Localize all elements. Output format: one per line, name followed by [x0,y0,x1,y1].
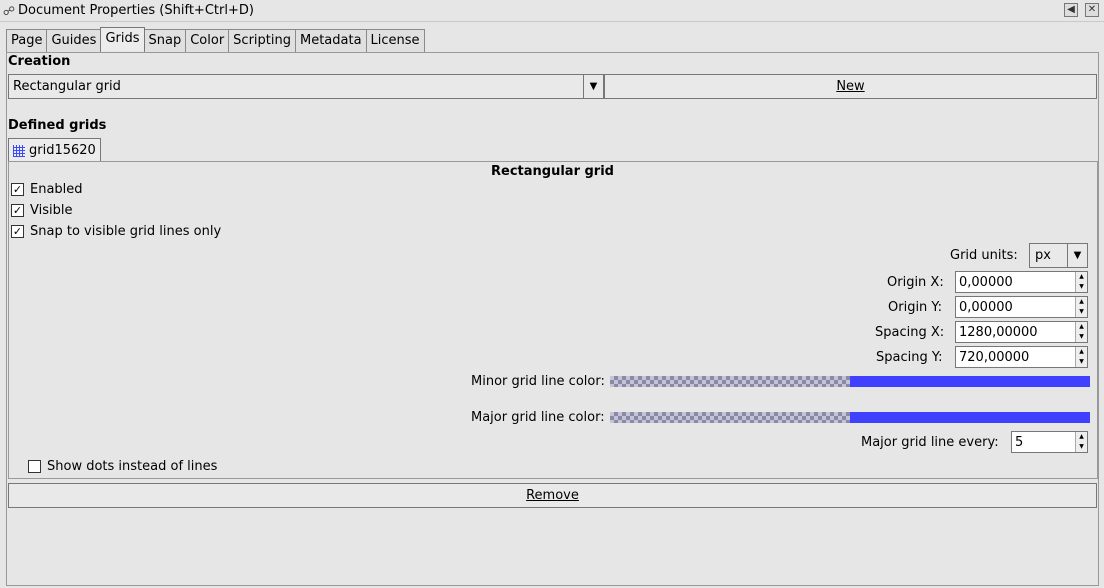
grid-units-value: px [1035,248,1051,263]
new-button-label: New [836,79,865,94]
tab-metadata[interactable]: Metadata [294,29,367,52]
grid-type-value: Rectangular grid [13,79,121,94]
spacing-y-label: Spacing Y: [876,350,943,365]
grid-tab-label: grid15620 [29,143,96,158]
alpha-preview [610,376,850,387]
app-icon: ☍ [2,4,16,18]
major-color-label: Major grid line color: [471,410,605,425]
origin-y-label: Origin Y: [888,300,943,315]
spacing-y-value: 720,00000 [959,350,1030,365]
grid-heading: Rectangular grid [491,164,614,179]
grid-icon [13,144,25,157]
creation-heading: Creation [8,54,71,69]
window-title: Document Properties (Shift+Ctrl+D) [18,3,254,18]
major-every-value: 5 [1015,435,1024,450]
spin-arrows-icon[interactable]: ▲ ▼ [1075,297,1087,317]
major-every-input[interactable]: 5 ▲ ▼ [1011,431,1088,453]
enabled-checkbox[interactable]: ✓ [11,183,24,196]
origin-x-input[interactable]: 0,00000 ▲ ▼ [955,271,1088,293]
visible-checkbox[interactable]: ✓ [11,204,24,217]
spin-arrows-icon[interactable]: ▲ ▼ [1075,322,1087,342]
spacing-x-label: Spacing X: [875,325,945,340]
minor-color-label: Minor grid line color: [471,374,605,389]
spacing-x-value: 1280,00000 [959,325,1038,340]
major-every-label: Major grid line every: [861,435,999,450]
new-grid-button[interactable]: New [604,74,1097,99]
snap-visible-checkbox[interactable]: ✓ [11,225,24,238]
tab-bar: Page Guides Grids Snap Color Scripting M… [6,27,425,52]
remove-grid-button[interactable]: Remove [8,483,1097,508]
show-dots-checkbox[interactable] [28,460,41,473]
origin-x-label: Origin X: [887,275,944,290]
show-dots-label: Show dots instead of lines [47,459,218,474]
grid-type-select[interactable]: Rectangular grid ▼ [8,74,604,99]
chevron-down-icon: ▼ [583,75,603,98]
color-preview [850,376,1090,387]
tab-color[interactable]: Color [185,29,230,52]
grid-units-label: Grid units: [950,248,1018,263]
spin-arrows-icon[interactable]: ▲ ▼ [1075,347,1087,367]
spin-arrows-icon[interactable]: ▲ ▼ [1075,432,1087,452]
tab-snap[interactable]: Snap [143,29,187,52]
origin-x-value: 0,00000 [959,275,1013,290]
enabled-label: Enabled [30,182,83,197]
tab-page[interactable]: Page [6,29,48,52]
chevron-down-icon: ▼ [1067,244,1087,267]
tab-license[interactable]: License [365,29,425,52]
restore-icon[interactable]: ◀ [1064,3,1078,17]
spacing-x-input[interactable]: 1280,00000 ▲ ▼ [955,321,1088,343]
tab-scripting[interactable]: Scripting [228,29,296,52]
defined-grids-heading: Defined grids [8,118,107,133]
minor-color-button[interactable] [610,376,1090,387]
tab-grids[interactable]: Grids [100,27,145,51]
close-icon[interactable]: ✕ [1085,3,1099,17]
snap-visible-label: Snap to visible grid lines only [30,224,222,239]
spacing-y-input[interactable]: 720,00000 ▲ ▼ [955,346,1088,368]
origin-y-input[interactable]: 0,00000 ▲ ▼ [955,296,1088,318]
major-color-button[interactable] [610,412,1090,423]
grid-settings-panel [8,161,1098,479]
grid-units-select[interactable]: px ▼ [1029,243,1088,268]
tab-guides[interactable]: Guides [46,29,102,52]
visible-label: Visible [30,203,73,218]
tab-grid15620[interactable]: grid15620 [8,138,101,162]
alpha-preview [610,412,850,423]
color-preview [850,412,1090,423]
origin-y-value: 0,00000 [959,300,1013,315]
spin-arrows-icon[interactable]: ▲ ▼ [1075,272,1087,292]
remove-button-label: Remove [526,488,579,503]
